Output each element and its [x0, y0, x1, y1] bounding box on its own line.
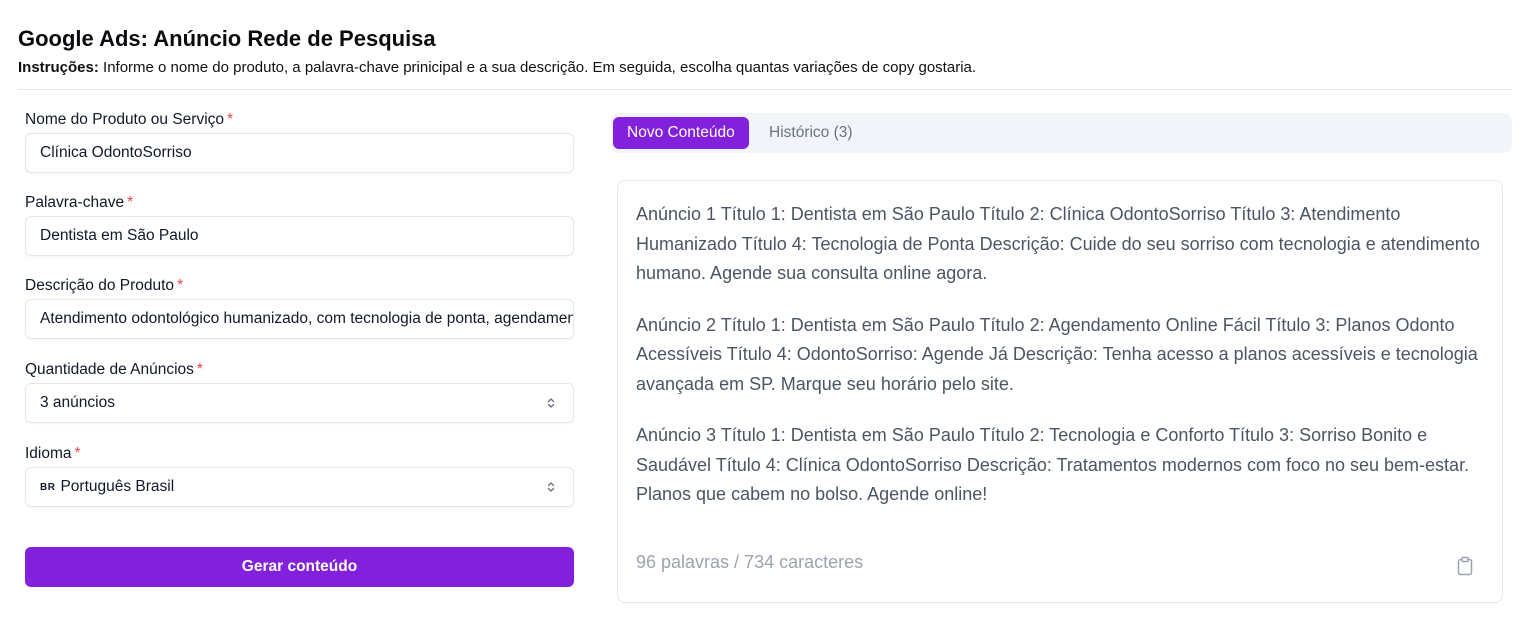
- quantity-value: 3 anúncios: [40, 394, 115, 411]
- ads-text[interactable]: Anúncio 1 Título 1: Dentista em São Paul…: [636, 200, 1486, 532]
- flag-icon: BR: [40, 482, 56, 493]
- language-value: Português Brasil: [60, 478, 175, 495]
- content-tabs: Novo Conteúdo Histórico (3): [611, 113, 1512, 153]
- required-mark: *: [196, 361, 203, 378]
- required-mark: *: [227, 111, 234, 128]
- instructions: Instruções: Informe o nome do produto, a…: [18, 58, 1512, 78]
- product-label: Nome do Produto ou Serviço *: [25, 111, 234, 128]
- page-title: Google Ads: Anúncio Rede de Pesquisa: [18, 26, 436, 51]
- required-mark: *: [74, 445, 81, 462]
- quantity-label: Quantidade de Anúncios *: [25, 361, 203, 378]
- description-field: Descrição do Produto * Atendimento odonto…: [25, 274, 574, 339]
- chevron-up-down-icon: [547, 398, 555, 408]
- keyword-field: Palavra-chave * Dentista em São Paulo: [25, 191, 574, 256]
- quantity-select[interactable]: 3 anúncios: [25, 383, 574, 423]
- language-label: Idioma *: [25, 445, 81, 462]
- quantity-field: Quantidade de Anúncios * 3 anúncios: [25, 358, 574, 423]
- ad-form: Nome do Produto ou Serviço * Clínica Odon…: [25, 108, 574, 507]
- language-select[interactable]: BR Português Brasil: [25, 467, 574, 507]
- instructions-text: Informe o nome do produto, a palavra-cha…: [103, 59, 977, 76]
- chevron-up-down-icon: [547, 482, 555, 492]
- clipboard-icon[interactable]: [1456, 556, 1474, 576]
- generate-button[interactable]: Gerar conteúdo: [25, 547, 574, 587]
- word-char-count: 96 palavras / 734 caracteres: [636, 552, 864, 572]
- keyword-label: Palavra-chave *: [25, 194, 134, 211]
- ad-paragraph: Anúncio 1 Título 1: Dentista em São Paul…: [636, 204, 1480, 283]
- keyword-input[interactable]: Dentista em São Paulo: [25, 216, 574, 256]
- product-input[interactable]: Clínica OdontoSorriso: [25, 133, 574, 173]
- ad-paragraph: Anúncio 2 Título 1: Dentista em São Paul…: [636, 314, 1478, 394]
- instructions-label: Instruções:: [18, 59, 99, 76]
- header-divider: [18, 89, 1512, 90]
- tab-new-content[interactable]: Novo Conteúdo: [613, 117, 749, 149]
- header: Google Ads: Anúncio Rede de Pesquisa Ins…: [18, 24, 1512, 78]
- required-mark: *: [127, 194, 134, 211]
- tab-history[interactable]: Histórico (3): [755, 117, 867, 149]
- description-label: Descrição do Produto *: [25, 277, 184, 294]
- product-field: Nome do Produto ou Serviço * Clínica Odon…: [25, 108, 574, 173]
- ad-paragraph: Anúncio 3 Título 1: Dentista em São Paul…: [636, 425, 1470, 504]
- description-input[interactable]: Atendimento odontológico humanizado, com…: [25, 299, 574, 339]
- language-field: Idioma * BR Português Brasil: [25, 442, 574, 507]
- required-mark: *: [177, 277, 184, 294]
- output-panel: Anúncio 1 Título 1: Dentista em São Paul…: [617, 180, 1503, 603]
